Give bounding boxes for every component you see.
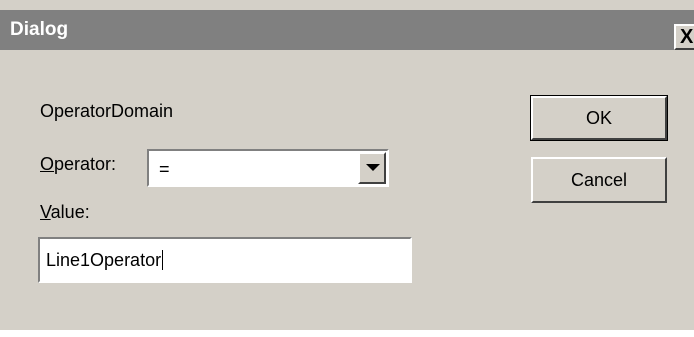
value-label-rest: alue:	[50, 202, 90, 222]
title-bar[interactable]: Dialog X	[0, 10, 694, 50]
value-input-content: Line1Operator	[46, 250, 164, 270]
cancel-button-label: Cancel	[570, 169, 628, 190]
operator-dropdown-button[interactable]	[358, 152, 386, 184]
text-caret	[162, 250, 164, 270]
operator-select-value: =	[159, 159, 170, 179]
ok-button-label: OK	[585, 107, 612, 128]
value-label: Value:	[40, 202, 90, 222]
operator-domain-label: OperatorDomain	[40, 101, 174, 121]
operator-label: Operator:	[40, 154, 116, 174]
value-input-text: Line1Operator	[46, 250, 162, 270]
dialog-window: Dialog X OperatorDomain Operator: = Valu…	[0, 0, 694, 330]
close-button[interactable]: X	[674, 24, 694, 50]
value-label-accel: V	[40, 202, 51, 222]
dropdown-arrow-icon	[366, 164, 380, 171]
window-title: Dialog	[10, 19, 69, 40]
operator-label-rest: perator:	[54, 154, 117, 174]
value-input[interactable]: Line1Operator	[38, 237, 412, 283]
close-icon: X	[680, 26, 694, 48]
cancel-button[interactable]: Cancel	[531, 157, 667, 203]
operator-select[interactable]: =	[147, 149, 389, 187]
operator-label-accel: O	[40, 154, 55, 174]
ok-button[interactable]: OK	[530, 95, 668, 141]
